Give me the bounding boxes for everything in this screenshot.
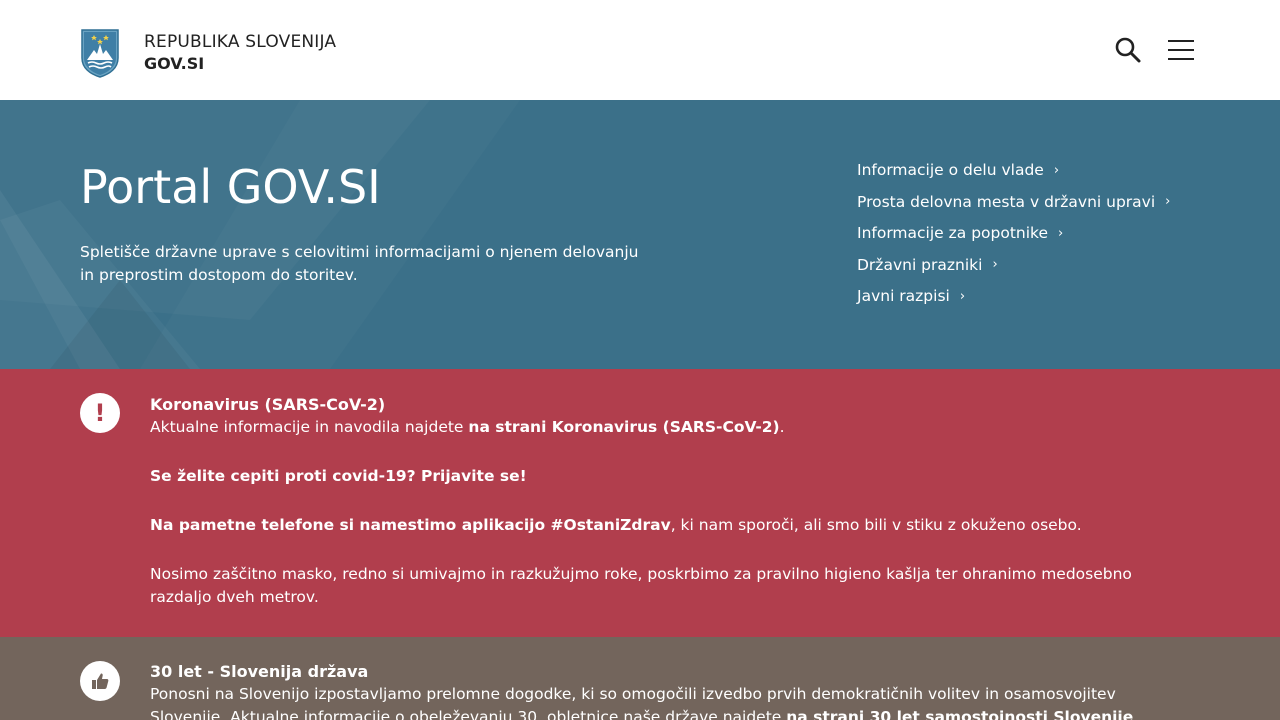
quick-link-public-holidays[interactable]: Državni prazniki › bbox=[857, 256, 998, 274]
app-line-text: , ki nam sporoči, ali smo bili v stiku z… bbox=[670, 516, 1082, 534]
quick-link-job-vacancies[interactable]: Prosta delovna mesta v državni upravi › bbox=[857, 193, 1170, 211]
quick-link-label: Državni prazniki bbox=[857, 255, 983, 274]
covid-notice: ! Koronavirus (SARS-CoV-2) Aktualne info… bbox=[0, 369, 1280, 637]
quick-link-label: Informacije o delu vlade bbox=[857, 161, 1044, 179]
quick-link-item: Informacije o delu vlade › bbox=[857, 160, 1170, 192]
chevron-right-icon: › bbox=[959, 288, 966, 304]
site-logo[interactable]: REPUBLIKA SLOVENIJA GOV.SI bbox=[80, 28, 336, 78]
anniversary-notice: 30 let - Slovenija država Ponosni na Slo… bbox=[0, 637, 1280, 720]
covid-info-suffix: . bbox=[779, 418, 785, 436]
ostani-zdrav-app-link[interactable]: Na pametne telefone si namestimo aplikac… bbox=[150, 516, 671, 534]
quick-link-label: Prosta delovna mesta v državni upravi bbox=[857, 192, 1156, 211]
covid-info-line: Aktualne informacije in navodila najdete… bbox=[150, 416, 1194, 439]
covid-page-link[interactable]: na strani Koronavirus (SARS-CoV-2) bbox=[468, 418, 779, 436]
chevron-right-icon: › bbox=[992, 257, 998, 272]
anniversary-text-line: Ponosni na Slovenijo izpostavljamo prelo… bbox=[150, 683, 1194, 720]
quick-link-travellers[interactable]: Informacije za popotnike › bbox=[857, 224, 1063, 242]
hero-description: Spletišče državne uprave s celovitimi in… bbox=[80, 243, 639, 284]
quick-link-public-tenders[interactable]: Javni razpisi › bbox=[857, 287, 965, 305]
logo-text: REPUBLIKA SLOVENIJA GOV.SI bbox=[144, 32, 336, 73]
quick-link-item: Informacije za popotnike › bbox=[857, 223, 1170, 255]
thumbs-up-icon bbox=[80, 661, 120, 701]
hero-banner: Portal GOV.SI Spletišče državne uprave s… bbox=[0, 100, 1280, 369]
chevron-right-icon: › bbox=[1165, 194, 1171, 209]
hamburger-menu-icon[interactable] bbox=[1166, 38, 1194, 62]
page-title: Portal GOV.SI bbox=[80, 160, 381, 214]
logo-country-name: REPUBLIKA SLOVENIJA bbox=[144, 32, 337, 53]
search-icon bbox=[1115, 37, 1141, 63]
search-button[interactable] bbox=[1114, 36, 1142, 64]
slovenia-coat-of-arms-icon bbox=[81, 29, 119, 78]
anniversary-text-suffix: . bbox=[1133, 708, 1139, 720]
hygiene-line: Nosimo zaščitno masko, redno si umivajmo… bbox=[150, 565, 1132, 606]
quick-link-government-work[interactable]: Informacije o delu vlade › bbox=[857, 161, 1059, 179]
chevron-right-icon: › bbox=[1058, 225, 1064, 241]
quick-link-item: Javni razpisi › bbox=[857, 286, 1170, 318]
app-line: Na pametne telefone si namestimo aplikac… bbox=[150, 514, 1194, 537]
anniversary-page-link[interactable]: na strani 30 let samostojnosti Slovenije bbox=[786, 708, 1133, 720]
quick-link-label: Javni razpisi bbox=[857, 287, 950, 305]
covid-notice-title: Koronavirus (SARS-CoV-2) bbox=[150, 395, 386, 414]
logo-site-name: GOV.SI bbox=[144, 53, 205, 73]
quick-link-label: Informacije za popotnike bbox=[857, 224, 1049, 242]
quick-link-item: Državni prazniki › bbox=[857, 255, 1170, 287]
quick-link-item: Prosta delovna mesta v državni upravi › bbox=[857, 192, 1170, 224]
covid-notice-body: Koronavirus (SARS-CoV-2) Aktualne inform… bbox=[150, 393, 1194, 609]
covid-info-text: Aktualne informacije in navodila najdete bbox=[150, 418, 469, 436]
anniversary-notice-title: 30 let - Slovenija država bbox=[150, 662, 369, 681]
site-header: REPUBLIKA SLOVENIJA GOV.SI bbox=[0, 0, 1280, 100]
vaccination-link[interactable]: Se želite cepiti proti covid-19? Prijavi… bbox=[150, 467, 527, 485]
thumbs-up-glyph bbox=[92, 673, 109, 689]
chevron-right-icon: › bbox=[1053, 162, 1060, 178]
quick-links-list: Informacije o delu vlade › Prosta delovna… bbox=[857, 160, 1170, 318]
exclamation-icon: ! bbox=[80, 393, 120, 433]
vaccination-line: Se želite cepiti proti covid-19? Prijavi… bbox=[150, 465, 1194, 488]
anniversary-notice-body: 30 let - Slovenija država Ponosni na Slo… bbox=[150, 660, 1194, 720]
